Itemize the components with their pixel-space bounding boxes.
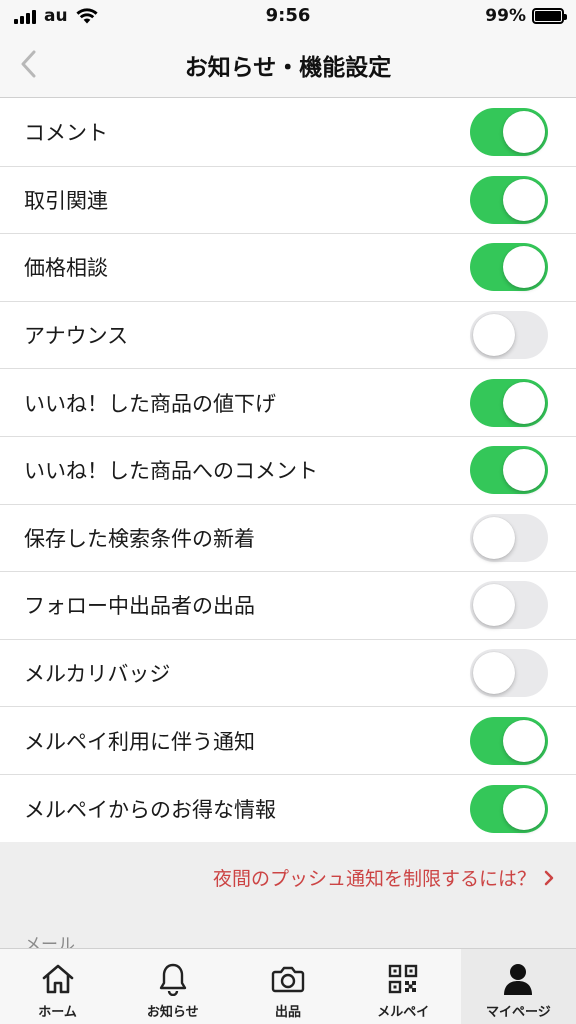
page-title: お知らせ・機能設定 — [184, 55, 392, 81]
setting-row-merpay-deals: メルペイからのお得な情報 — [0, 774, 576, 843]
setting-row-announcement: アナウンス — [0, 301, 576, 370]
toggle-switch[interactable] — [470, 311, 548, 360]
status-bar: au 9:56 99% — [0, 0, 576, 32]
qr-code-icon — [385, 961, 421, 997]
setting-row-liked-comment: いいね！した商品へのコメント — [0, 436, 576, 505]
toggle-knob — [503, 719, 545, 762]
toggle-knob — [473, 314, 515, 357]
tab-label: お知らせ — [146, 1005, 199, 1020]
setting-label: コメント — [24, 121, 108, 146]
navigation-bar: お知らせ・機能設定 — [0, 32, 576, 98]
setting-row-price-negotiation: 価格相談 — [0, 234, 576, 302]
person-icon — [500, 961, 536, 997]
setting-row-following-seller: フォロー中出品者の出品 — [0, 572, 576, 640]
setting-row-merpay-usage: メルペイ利用に伴う通知 — [0, 707, 576, 775]
toggle-switch[interactable] — [470, 243, 548, 292]
setting-label: 価格相談 — [24, 256, 108, 281]
tab-mypage[interactable]: マイページ — [460, 949, 576, 1024]
setting-label: 保存した検索条件の新着 — [24, 526, 255, 551]
toggle-knob — [473, 516, 515, 559]
setting-label: メルペイからのお得な情報 — [24, 797, 276, 822]
camera-icon — [270, 961, 306, 997]
toggle-switch[interactable] — [470, 581, 548, 630]
toggle-switch[interactable] — [470, 649, 548, 698]
toggle-knob — [503, 246, 545, 289]
setting-label: メルカリバッジ — [24, 662, 171, 687]
toggle-knob — [473, 584, 515, 627]
setting-row-transaction: 取引関連 — [0, 166, 576, 235]
night-push-section: 夜間のプッシュ通知を制限するには？ メール — [0, 842, 576, 955]
tab-label: マイページ — [486, 1005, 551, 1020]
chevron-right-icon — [544, 870, 554, 885]
home-icon — [40, 961, 76, 997]
toggle-knob — [503, 111, 545, 154]
toggle-knob — [503, 449, 545, 492]
notification-settings-list: コメント 取引関連 価格相談 アナウンス いいね！した商品の値下げ いいね！した… — [0, 99, 576, 843]
toggle-switch[interactable] — [470, 175, 548, 224]
setting-row-saved-search: 保存した検索条件の新着 — [0, 504, 576, 573]
tab-label: メルペイ — [377, 1005, 430, 1020]
setting-label: 取引関連 — [24, 188, 108, 213]
setting-label: フォロー中出品者の出品 — [24, 594, 255, 619]
toggle-switch[interactable] — [470, 108, 548, 157]
tab-label: ホーム — [38, 1005, 77, 1020]
tab-label: 出品 — [275, 1005, 302, 1020]
setting-label: いいね！した商品へのコメント — [24, 459, 318, 484]
toggle-knob — [503, 787, 545, 830]
tab-sell[interactable]: 出品 — [230, 949, 345, 1024]
setting-label: メルペイ利用に伴う通知 — [24, 729, 255, 754]
toggle-switch[interactable] — [470, 446, 548, 495]
battery-percentage: 99% — [485, 6, 526, 26]
setting-row-mercari-badge: メルカリバッジ — [0, 639, 576, 708]
tab-home[interactable]: ホーム — [0, 949, 115, 1024]
bell-icon — [155, 961, 191, 997]
toggle-switch[interactable] — [470, 378, 548, 427]
tab-bar: ホーム お知らせ 出品 メルペイ マイページ — [0, 948, 576, 1024]
toggle-switch[interactable] — [470, 513, 548, 562]
setting-label: アナウンス — [24, 324, 129, 349]
status-right: 99% — [485, 6, 567, 26]
tab-merpay[interactable]: メルペイ — [346, 949, 461, 1024]
toggle-knob — [503, 178, 545, 221]
tab-notifications[interactable]: お知らせ — [115, 949, 230, 1024]
night-push-restriction-link[interactable]: 夜間のプッシュ通知を制限するには？ — [213, 864, 554, 891]
toggle-knob — [503, 381, 545, 424]
battery-icon — [532, 8, 567, 24]
setting-label: いいね！した商品の値下げ — [24, 391, 276, 416]
toggle-knob — [473, 652, 515, 695]
night-push-link-text: 夜間のプッシュ通知を制限するには？ — [212, 868, 536, 890]
setting-row-liked-price-drop: いいね！した商品の値下げ — [0, 369, 576, 437]
toggle-switch[interactable] — [470, 716, 548, 765]
setting-row-comment: コメント — [0, 99, 576, 167]
toggle-switch[interactable] — [470, 784, 548, 833]
